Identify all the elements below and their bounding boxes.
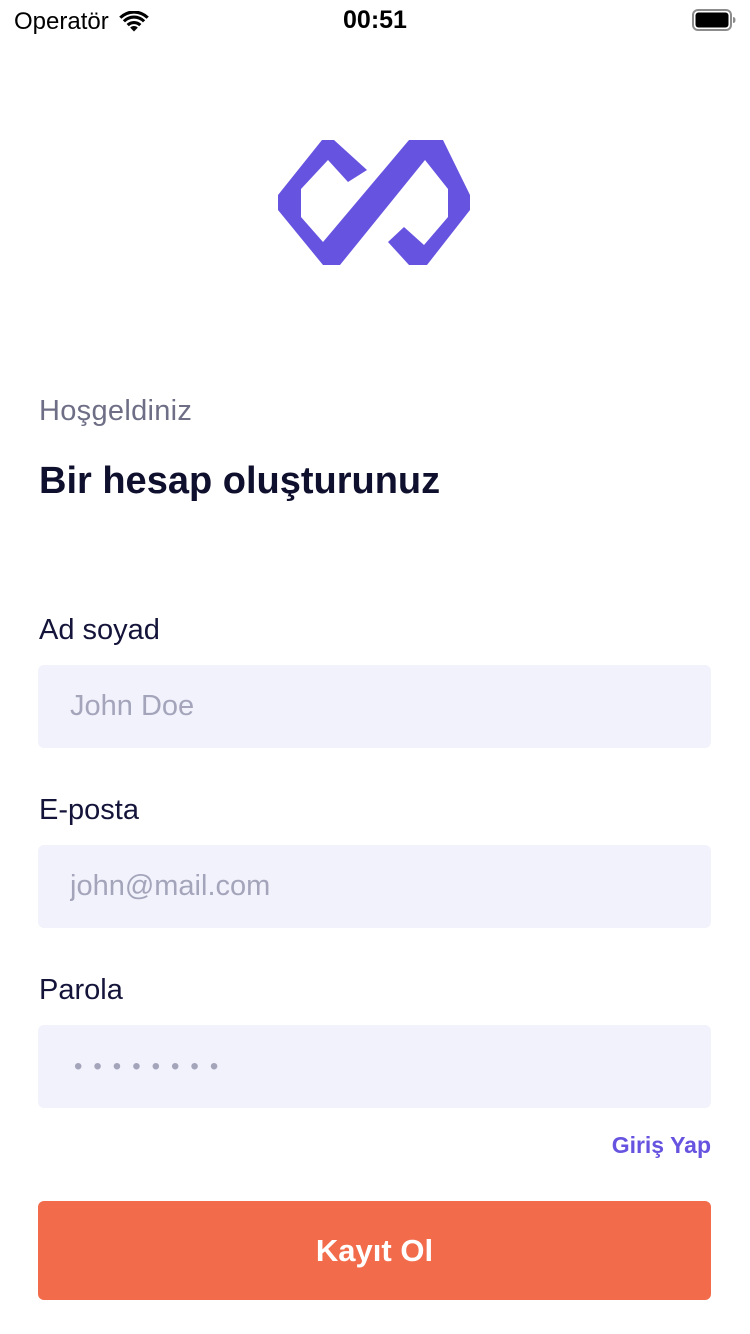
- page-title: Bir hesap oluşturunuz: [39, 460, 441, 502]
- name-input[interactable]: [68, 689, 711, 724]
- battery-icon: [692, 9, 736, 31]
- welcome-text: Hoşgeldiniz: [39, 395, 193, 427]
- register-screen: Operatör 00:51 Hoşgeldiniz Bir hesap olu…: [0, 0, 750, 1334]
- infinity-logo-icon: [278, 140, 470, 265]
- status-bar: Operatör 00:51: [0, 0, 750, 40]
- password-field[interactable]: ••••••••: [38, 1025, 711, 1108]
- register-button[interactable]: Kayıt Ol: [38, 1201, 711, 1300]
- status-time: 00:51: [343, 6, 407, 34]
- name-field[interactable]: [38, 665, 711, 748]
- password-label: Parola: [39, 974, 123, 1006]
- email-input[interactable]: [68, 869, 711, 904]
- email-field[interactable]: [38, 845, 711, 928]
- email-label: E-posta: [39, 794, 139, 826]
- password-placeholder[interactable]: ••••••••: [68, 1053, 229, 1081]
- login-link[interactable]: Giriş Yap: [612, 1132, 711, 1159]
- name-label: Ad soyad: [39, 614, 160, 646]
